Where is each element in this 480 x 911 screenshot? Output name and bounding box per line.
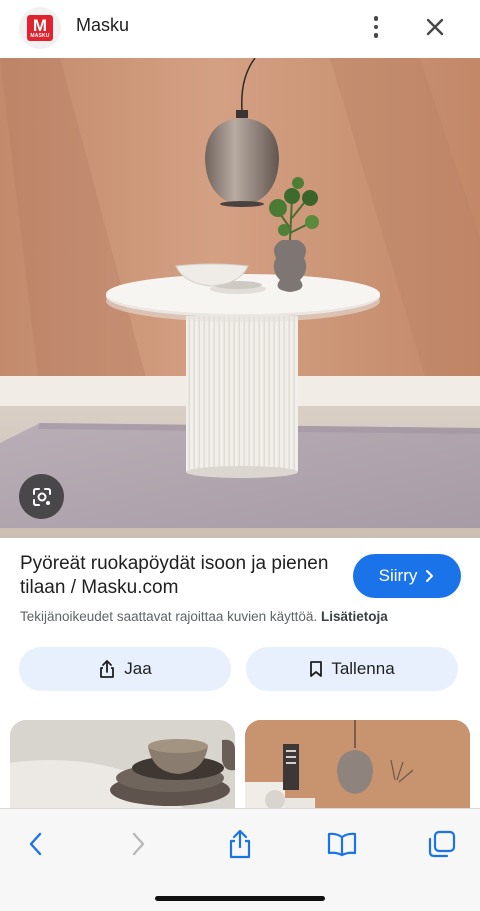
result-title[interactable]: Pyöreät ruokapöydät isoon ja pienen tila… [20, 552, 340, 600]
chevron-right-icon [426, 570, 434, 582]
related-image-thumbnail[interactable] [245, 720, 470, 812]
toolbar-share-button[interactable] [220, 827, 260, 861]
app-header: M MASKU Masku [0, 0, 480, 56]
back-button[interactable] [16, 827, 56, 861]
google-lens-button[interactable] [19, 474, 64, 519]
close-icon [426, 18, 444, 36]
interior-photo [245, 720, 470, 812]
related-image-thumbnail[interactable] [10, 720, 235, 812]
share-icon [100, 660, 115, 678]
product-image[interactable] [0, 58, 480, 538]
more-options-button[interactable] [362, 12, 390, 42]
dishware-photo [10, 720, 235, 812]
bookmark-icon [310, 661, 323, 677]
bookmarks-icon [327, 832, 357, 857]
share-button[interactable]: Jaa [19, 647, 231, 691]
save-button-label: Tallenna [331, 659, 395, 678]
site-logo[interactable]: M MASKU [19, 7, 61, 49]
forward-button[interactable] [118, 827, 158, 861]
bookmarks-button[interactable] [322, 827, 362, 861]
visit-button[interactable]: Siirry [353, 554, 461, 598]
google-lens-icon [32, 487, 51, 506]
masku-logo-icon: M MASKU [27, 15, 53, 41]
back-icon [29, 832, 42, 856]
product-photo [0, 58, 480, 538]
more-info-link[interactable]: Lisätietoja [321, 609, 388, 624]
vertical-dots-icon [373, 16, 379, 21]
forward-icon [132, 832, 145, 856]
tabs-icon [428, 830, 456, 858]
share-button-label: Jaa [124, 659, 152, 678]
close-button[interactable] [420, 12, 450, 42]
visit-button-label: Siirry [378, 566, 418, 585]
share-icon [229, 829, 251, 859]
copyright-notice: Tekijänoikeudet saattavat rajoittaa kuvi… [20, 609, 470, 624]
home-indicator[interactable] [155, 896, 325, 901]
copyright-text: Tekijänoikeudet saattavat rajoittaa kuvi… [20, 609, 318, 624]
tabs-button[interactable] [422, 827, 462, 861]
site-name: Masku [76, 15, 130, 35]
save-button[interactable]: Tallenna [246, 647, 458, 691]
